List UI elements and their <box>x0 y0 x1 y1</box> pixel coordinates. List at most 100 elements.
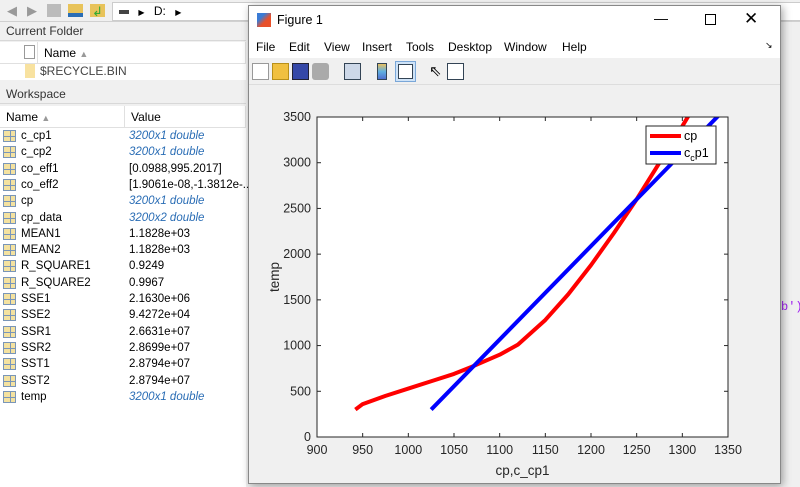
variable-icon <box>3 325 16 338</box>
new-figure-icon[interactable] <box>252 63 269 80</box>
y-tick-label: 0 <box>304 430 311 444</box>
workspace-row[interactable]: SST2 2.8794e+07 <box>0 373 246 389</box>
menu-window[interactable]: Window <box>504 40 547 54</box>
file-type-column-header[interactable] <box>0 42 38 64</box>
workspace-row[interactable]: temp 3200x1 double <box>0 389 246 405</box>
workspace-row[interactable]: SSE1 2.1630e+06 <box>0 291 246 307</box>
y-axis-label: temp <box>267 262 282 292</box>
workspace-row[interactable]: SSR2 2.8699e+07 <box>0 340 246 356</box>
workspace-row[interactable]: SSE2 9.4272e+04 <box>0 307 246 323</box>
menu-file[interactable]: File <box>256 40 275 54</box>
forward-arrow-icon[interactable]: ▶ <box>24 3 40 18</box>
folder-item-label: $RECYCLE.BIN <box>40 64 127 78</box>
variable-name: SSR2 <box>21 341 52 354</box>
workspace-row[interactable]: R_SQUARE2 0.9967 <box>0 275 246 291</box>
workspace-header: Workspace <box>0 85 246 104</box>
ws-name-column-label: Name <box>6 110 39 124</box>
sort-ascending-icon: ▲ <box>41 113 51 123</box>
save-icon[interactable] <box>292 63 309 80</box>
colorbar-icon[interactable] <box>377 63 387 80</box>
breadcrumb-arrow-icon: ▶ <box>175 8 182 17</box>
workspace-row[interactable]: MEAN1 1.1828e+03 <box>0 226 246 242</box>
variable-value: 3200x1 double <box>129 390 205 403</box>
variable-name: c_cp2 <box>21 146 52 159</box>
variable-icon <box>3 178 16 191</box>
workspace-row[interactable]: c_cp1 3200x1 double <box>0 128 246 144</box>
workspace-row[interactable]: co_eff1 [0.0988,995.2017] <box>0 161 246 177</box>
workspace-row[interactable]: cp 3200x1 double <box>0 193 246 209</box>
minimize-button[interactable]: — <box>654 10 668 26</box>
folder-up-icon[interactable]: ↲ <box>90 4 105 19</box>
variable-icon <box>3 293 16 305</box>
legend-icon[interactable] <box>395 61 416 82</box>
menu-help[interactable]: Help <box>562 40 587 54</box>
variable-name: SSR1 <box>21 325 52 338</box>
variable-name: SST2 <box>21 374 50 387</box>
variable-icon <box>3 211 16 224</box>
editor-code-fragment: b') <box>781 300 800 314</box>
variable-icon <box>3 227 16 240</box>
property-editor-icon[interactable] <box>447 63 464 80</box>
back-arrow-icon[interactable]: ◀ <box>4 3 20 18</box>
name-column-header[interactable]: Name ▲ <box>38 42 246 64</box>
figure-toolbar: ⇖ <box>249 59 780 85</box>
menu-desktop[interactable]: Desktop <box>448 40 492 54</box>
workspace-row[interactable]: MEAN2 1.1828e+03 <box>0 242 246 258</box>
figure-title: Figure 1 <box>277 13 323 27</box>
x-tick-label: 1250 <box>623 443 651 457</box>
folder-icon <box>25 64 35 78</box>
ws-name-column-header[interactable]: Name ▲ <box>0 106 125 128</box>
variable-name: co_eff2 <box>21 178 59 191</box>
variable-value: 3200x1 double <box>129 130 205 142</box>
workspace-row[interactable]: c_cp2 3200x1 double <box>0 144 246 160</box>
maximize-button[interactable] <box>705 14 716 25</box>
print-icon[interactable] <box>312 63 329 80</box>
workspace-row[interactable]: SST1 2.8794e+07 <box>0 356 246 372</box>
variable-value: 2.6631e+07 <box>129 325 191 338</box>
menu-tools[interactable]: Tools <box>406 40 434 54</box>
dock-arrow-icon[interactable]: ↘ <box>765 40 773 51</box>
workspace-row[interactable]: SSR1 2.6631e+07 <box>0 324 246 340</box>
variable-icon <box>3 130 16 142</box>
figure-window: Figure 1 — ✕ File Edit View Insert Tools… <box>248 5 781 484</box>
variable-value: 9.4272e+04 <box>129 309 191 322</box>
figure-titlebar[interactable]: Figure 1 — ✕ <box>249 6 780 36</box>
variable-icon <box>3 358 16 371</box>
variable-name: SST1 <box>21 358 50 371</box>
menu-view[interactable]: View <box>324 40 350 54</box>
x-tick-label: 1200 <box>577 443 605 457</box>
variable-value: 0.9967 <box>129 276 165 289</box>
open-file-icon[interactable] <box>272 63 289 80</box>
y-tick-label: 2500 <box>283 201 311 215</box>
folder-item[interactable]: $RECYCLE.BIN <box>0 63 246 79</box>
workspace-row[interactable]: cp_data 3200x2 double <box>0 210 246 226</box>
link-plot-icon[interactable] <box>344 63 361 80</box>
up-folder-icon[interactable] <box>47 4 61 17</box>
variable-value: 2.8699e+07 <box>129 341 191 354</box>
menu-edit[interactable]: Edit <box>289 40 310 54</box>
workspace-panel: Name ▲ Value c_cp1 3200x1 double c_cp2 3200… <box>0 106 252 487</box>
x-tick-label: 1150 <box>532 443 559 457</box>
plot-canvas[interactable]: 900 950 1000 1050 1100 1150 1200 1250 1300 1350 0 5… <box>249 86 780 483</box>
matlab-logo-icon <box>257 13 271 27</box>
workspace-row[interactable]: R_SQUARE1 0.9249 <box>0 258 246 274</box>
variable-icon <box>3 309 16 322</box>
x-tick-label: 950 <box>352 443 373 457</box>
variable-icon <box>3 276 16 289</box>
x-tick-label: 1300 <box>668 443 696 457</box>
browse-folder-icon[interactable] <box>68 4 83 17</box>
y-tick-label: 1500 <box>283 293 311 307</box>
drive-label[interactable]: D: <box>154 4 166 18</box>
variable-name: cp_data <box>21 211 62 224</box>
x-tick-label: 1050 <box>440 443 468 457</box>
variable-value: 3200x1 double <box>129 146 205 159</box>
variable-name: c_cp1 <box>21 130 52 142</box>
ws-value-column-header[interactable]: Value <box>125 106 246 128</box>
pointer-icon[interactable]: ⇖ <box>429 63 446 80</box>
name-column-label: Name <box>44 46 77 60</box>
workspace-row[interactable]: co_eff2 [1.9061e-08,-1.3812e-... <box>0 177 252 193</box>
x-tick-label: 1350 <box>714 443 742 457</box>
close-button[interactable]: ✕ <box>744 9 758 29</box>
variable-icon <box>3 162 16 175</box>
menu-insert[interactable]: Insert <box>362 40 392 54</box>
